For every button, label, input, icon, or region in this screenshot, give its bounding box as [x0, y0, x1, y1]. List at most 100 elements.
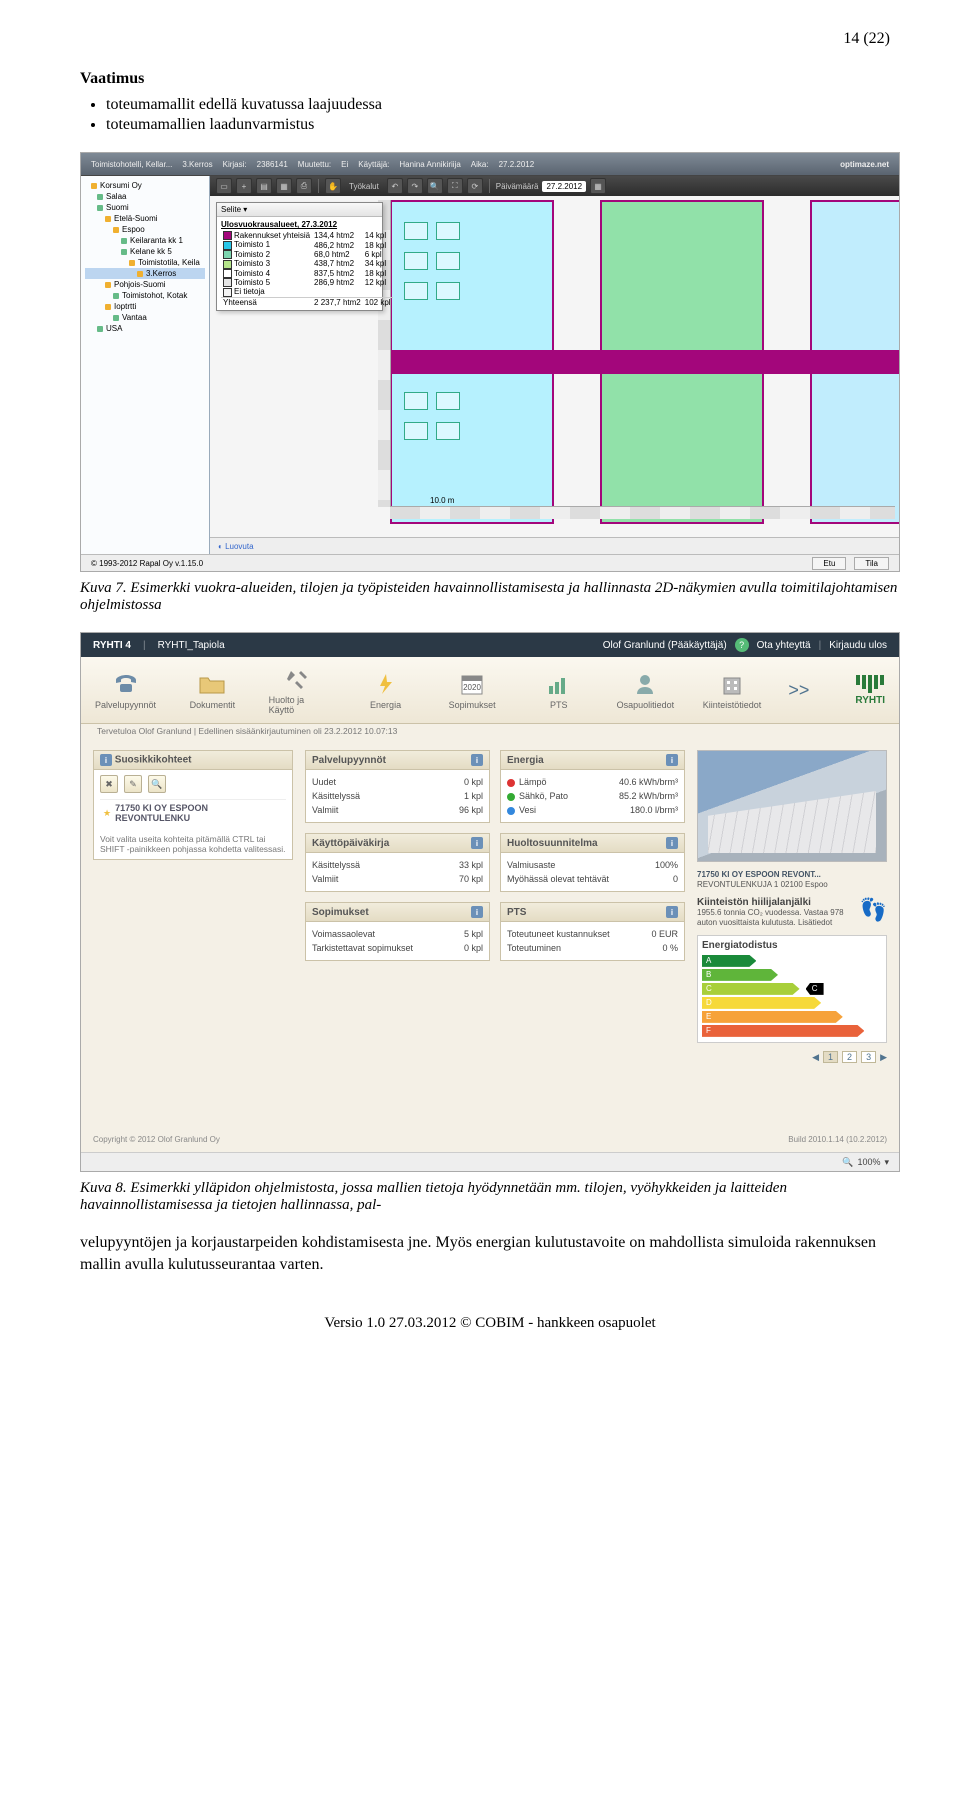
- zoom-dropdown-icon[interactable]: ▾: [884, 1157, 889, 1168]
- workspace-name: Toimistohotelli, Kellar...: [91, 160, 172, 169]
- section-heading: Vaatimus: [80, 70, 900, 88]
- tree-node[interactable]: Etelä-Suomi: [85, 213, 205, 224]
- cert-bar: E: [702, 1011, 843, 1023]
- info-icon[interactable]: i: [471, 906, 483, 918]
- tool-select-icon[interactable]: ▭: [216, 178, 232, 194]
- calendar-icon[interactable]: ▦: [590, 178, 606, 194]
- nav-maintenance[interactable]: Huolto ja Käyttö: [269, 666, 330, 715]
- tree-node[interactable]: Toimistohot, Kotak: [85, 290, 205, 301]
- tree-node[interactable]: Espoo: [85, 224, 205, 235]
- copyright: © 1993-2012 Rapal Oy v.1.15.0: [91, 559, 203, 568]
- legend-header: Selite: [221, 205, 241, 214]
- modified-label: Muutettu:: [298, 160, 331, 169]
- tool-print-icon[interactable]: ⎙: [296, 178, 312, 194]
- time-value: 27.2.2012: [499, 160, 535, 169]
- tree-node[interactable]: Ioptrtti: [85, 301, 205, 312]
- card-title: Huoltosuunnitelma: [507, 838, 598, 849]
- nav-pts[interactable]: PTS: [528, 671, 589, 710]
- page-number: 14 (22): [843, 30, 890, 48]
- zoom-icon[interactable]: 🔍: [842, 1157, 853, 1168]
- help-icon[interactable]: ?: [735, 638, 749, 652]
- owner-value: 2386141: [257, 160, 288, 169]
- contact-link[interactable]: Ota yhteyttä: [757, 640, 811, 651]
- pager-page[interactable]: 2: [842, 1051, 857, 1063]
- info-icon[interactable]: i: [471, 837, 483, 849]
- fav-search-icon[interactable]: 🔍: [148, 775, 166, 793]
- nav-service-requests[interactable]: Palvelupyynnöt: [95, 671, 156, 710]
- tree-node[interactable]: Salaa: [85, 191, 205, 202]
- info-icon[interactable]: i: [666, 837, 678, 849]
- ryhti-logo: RYHTI: [855, 675, 885, 706]
- tree-node[interactable]: Pohjois-Suomi: [85, 279, 205, 290]
- svg-text:2020: 2020: [463, 683, 481, 692]
- app-titlebar: Toimistohotelli, Kellar... 3.Kerros Kirj…: [81, 153, 899, 176]
- pager-page[interactable]: 1: [823, 1051, 838, 1063]
- info-icon[interactable]: i: [666, 906, 678, 918]
- tool-zoom-icon[interactable]: 🔍: [427, 178, 443, 194]
- corridor: [390, 350, 899, 374]
- legend-total: Yhteensä2 237,7 htm2102 kpl: [221, 297, 393, 307]
- nav-energy[interactable]: Energia: [355, 671, 416, 710]
- card-pts: PTSi Toteutuneet kustannukset0 EUR Toteu…: [500, 902, 685, 961]
- tool-layers-icon[interactable]: ▤: [256, 178, 272, 194]
- date-label: Päivämäärä: [496, 182, 539, 191]
- nav-contracts[interactable]: 2020 Sopimukset: [442, 671, 503, 710]
- tree-node-selected[interactable]: 3.Kerros: [85, 268, 205, 279]
- card-logbook: Käyttöpäiväkirjai Käsittelyssä33 kpl Val…: [305, 833, 490, 892]
- fav-edit-icon[interactable]: ✎: [124, 775, 142, 793]
- tree-node[interactable]: USA: [85, 323, 205, 334]
- favorite-item[interactable]: ★ 71750 KI OY ESPOON REVONTULENKU: [100, 799, 286, 826]
- tool-pan-icon[interactable]: ✋: [325, 178, 341, 194]
- nav-property[interactable]: Kiinteistötiedot: [702, 671, 763, 710]
- card-row: Uudet0 kpl: [312, 775, 483, 789]
- pager-page[interactable]: 3: [861, 1051, 876, 1063]
- nav-label: Huolto ja Käyttö: [269, 695, 330, 715]
- current-user: Olof Granlund (Pääkäyttäjä): [603, 640, 727, 651]
- nav-label: PTS: [550, 700, 568, 710]
- info-icon[interactable]: i: [471, 754, 483, 766]
- tool-undo-icon[interactable]: ↶: [387, 178, 403, 194]
- nav-parties[interactable]: Osapuolitiedot: [615, 671, 676, 710]
- tool-refresh-icon[interactable]: ⟳: [467, 178, 483, 194]
- welcome-text: Tervetuloa Olof Granlund | Edellinen sis…: [83, 726, 899, 736]
- hierarchy-tree[interactable]: Korsumi Oy Salaa Suomi Etelä-Suomi Espoo…: [81, 176, 210, 554]
- nav-more-icon[interactable]: >>: [788, 680, 809, 701]
- nav-label: Dokumentit: [190, 700, 236, 710]
- legend-popup[interactable]: Selite ▾ Ulosvuokrausalueet, 27.3.2012 R…: [216, 202, 383, 311]
- release-link[interactable]: ◐ Luovuta: [218, 542, 254, 551]
- floorplan-canvas[interactable]: 10.0 m Selite ▾ Ulosvuokrausalueet, 27.3…: [210, 196, 899, 537]
- info-icon[interactable]: i: [666, 754, 678, 766]
- tree-node[interactable]: Kelane kk 5: [85, 246, 205, 257]
- property-title[interactable]: 71750 KI OY ESPOON REVONT...: [697, 870, 887, 880]
- nav-documents[interactable]: Dokumentit: [182, 671, 243, 710]
- tree-node[interactable]: Keilaranta kk 1: [85, 235, 205, 246]
- cert-bar: D: [702, 997, 821, 1009]
- tree-node[interactable]: Korsumi Oy: [85, 180, 205, 191]
- building-icon: [717, 671, 747, 697]
- tool-redo-icon[interactable]: ↷: [407, 178, 423, 194]
- status-bar: © 1993-2012 Rapal Oy v.1.15.0 Etu Tila: [81, 554, 899, 571]
- legend-row: Toimisto 1486,2 htm218 kpl: [221, 240, 393, 249]
- tree-node[interactable]: Vantaa: [85, 312, 205, 323]
- tool-fit-icon[interactable]: ⛶: [447, 178, 463, 194]
- fav-remove-icon[interactable]: ✖: [100, 775, 118, 793]
- info-icon[interactable]: i: [100, 754, 112, 766]
- legend-table: Rakennukset yhteisiä134,4 htm214 kpl Toi…: [221, 231, 393, 307]
- status-button[interactable]: Etu: [812, 557, 846, 570]
- pager-prev-icon[interactable]: ◀: [812, 1052, 819, 1063]
- build-info: Build 2010.1.14 (10.2.2012): [788, 1135, 887, 1144]
- status-button[interactable]: Tila: [854, 557, 889, 570]
- tool-plus-icon[interactable]: +: [236, 178, 252, 194]
- card-row: Vesi180.0 l/brm³: [507, 803, 678, 817]
- favorites-panel: ✖ ✎ 🔍 ★ 71750 KI OY ESPOON REVONTULENKU …: [93, 770, 293, 860]
- legend-row: Toimisto 3438,7 htm234 kpl: [221, 259, 393, 268]
- tree-node[interactable]: Suomi: [85, 202, 205, 213]
- logout-link[interactable]: Kirjaudu ulos: [829, 640, 887, 651]
- date-picker[interactable]: 27.2.2012: [542, 181, 586, 192]
- property-photo: [697, 750, 887, 862]
- pager-next-icon[interactable]: ▶: [880, 1052, 887, 1063]
- tree-node[interactable]: Toimistotila, Keila: [85, 257, 205, 268]
- cert-bar: C: [702, 983, 800, 995]
- tool-grid-icon[interactable]: ▦: [276, 178, 292, 194]
- pager: ◀ 1 2 3 ▶: [697, 1051, 887, 1063]
